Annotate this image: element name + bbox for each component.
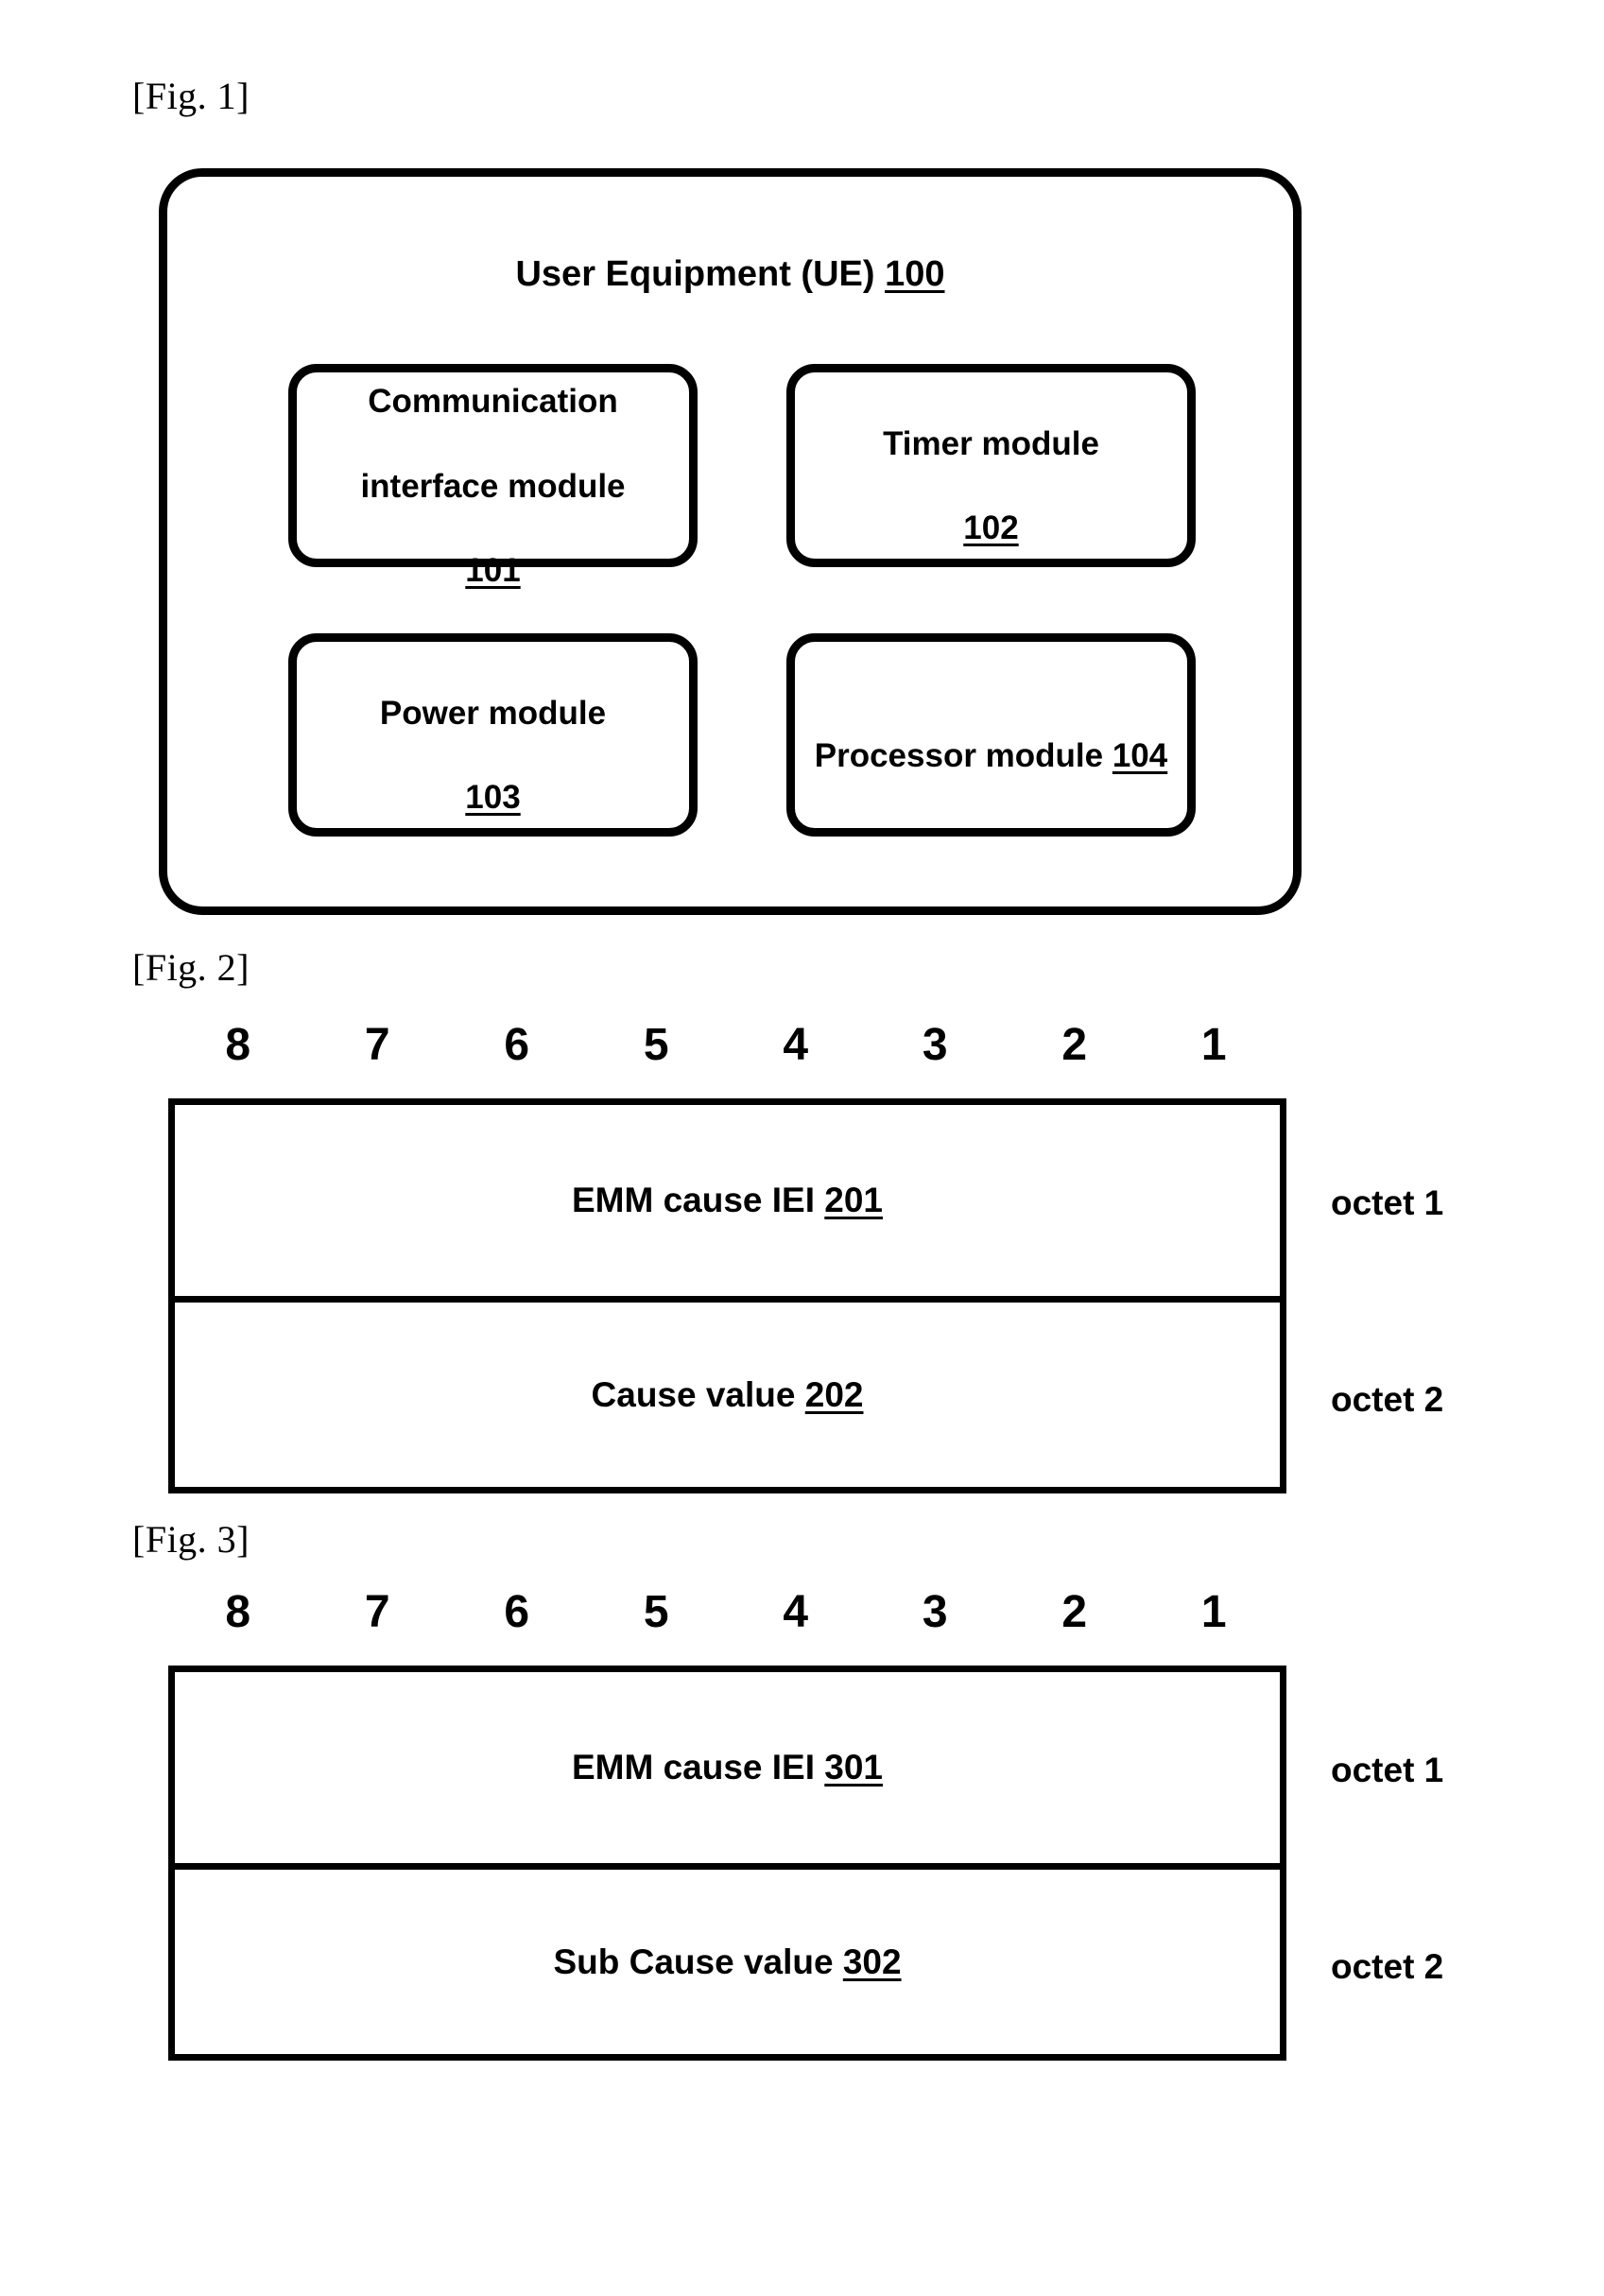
- figure-3-bit-1: 1: [1200, 1587, 1227, 1637]
- figure-3-octet-2-side-label: octet 2: [1331, 1947, 1444, 1986]
- figure-2-octet-row-1-label: EMM cause IEI 201: [572, 1181, 883, 1220]
- figure-3-bit-5: 5: [643, 1587, 669, 1637]
- figure-2-bit-number-row: 8 7 6 5 4 3 2 1: [168, 1019, 1284, 1071]
- figure-3-octet-row-2-reference-number: 302: [842, 1942, 902, 1981]
- power-module-label: Power module 103: [380, 650, 606, 820]
- timer-module-reference-number: 102: [963, 509, 1019, 547]
- figure-3-caption: [Fig. 3]: [132, 1518, 250, 1561]
- figure-2-bit-5: 5: [643, 1020, 669, 1070]
- figure-2-octet-table: EMM cause IEI 201 Cause value 202: [168, 1098, 1286, 1493]
- figure-3-octet-table: EMM cause IEI 301 Sub Cause value 302: [168, 1666, 1286, 2061]
- power-module-box: Power module 103: [288, 633, 698, 837]
- processor-module-reference-number: 104: [1112, 736, 1168, 774]
- figure-3-octet-row-2-text: Sub Cause value: [553, 1942, 843, 1981]
- figure-2-octet-1-side-label: octet 1: [1331, 1183, 1444, 1222]
- timer-module-box: Timer module 102: [786, 364, 1196, 567]
- figure-3-bit-7: 7: [364, 1587, 390, 1637]
- figure-3-octet-1-side-label: octet 1: [1331, 1751, 1444, 1789]
- figure-2-caption: [Fig. 2]: [132, 946, 250, 989]
- communication-interface-module-reference-number: 101: [465, 552, 521, 590]
- figure-2-bit-6: 6: [504, 1020, 530, 1070]
- figure-3-octet-row-2-label: Sub Cause value 302: [553, 1942, 901, 1982]
- module-grid: Communication interface module 101 Timer…: [288, 364, 1196, 837]
- figure-3-octet-row-1: EMM cause IEI 301: [175, 1672, 1280, 1863]
- figure-2-octet-row-1: EMM cause IEI 201: [175, 1105, 1280, 1296]
- figure-2-octet-2-side-label: octet 2: [1331, 1380, 1444, 1419]
- figure-3-bit-number-row: 8 7 6 5 4 3 2 1: [168, 1586, 1284, 1638]
- figure-3-octet-row-1-label: EMM cause IEI 301: [572, 1748, 883, 1787]
- figure-2-bit-7: 7: [364, 1020, 390, 1070]
- power-module-reference-number: 103: [465, 779, 521, 817]
- processor-module-box: Processor module 104: [786, 633, 1196, 837]
- figure-3-octet-row-1-text: EMM cause IEI: [571, 1748, 825, 1787]
- communication-interface-module-box: Communication interface module 101: [288, 364, 698, 589]
- user-equipment-box: User Equipment (UE) 100 Communication in…: [159, 168, 1302, 915]
- figure-2-bit-1: 1: [1200, 1020, 1227, 1070]
- communication-interface-module-label: Communication interface module 101: [360, 338, 625, 593]
- figure-3-bit-4: 4: [783, 1587, 809, 1637]
- figure-3-bit-6: 6: [504, 1587, 530, 1637]
- user-equipment-reference-number: 100: [885, 254, 945, 294]
- figure-2-octet-row-2-label: Cause value 202: [592, 1375, 864, 1415]
- processor-module-label: Processor module 104: [815, 693, 1168, 778]
- figure-3-octet-row-1-reference-number: 301: [824, 1748, 884, 1787]
- power-module-name: Power module: [379, 694, 607, 732]
- figure-1-caption: [Fig. 1]: [132, 75, 250, 117]
- figure-2-octet-row-2-text: Cause value: [591, 1374, 805, 1414]
- communication-interface-module-name-line1: Communication: [368, 382, 618, 420]
- figure-2-octet-row-1-reference-number: 201: [824, 1181, 884, 1219]
- timer-module-name: Timer module: [883, 424, 1099, 462]
- figure-2-bit-8: 8: [225, 1020, 251, 1070]
- figure-2-bit-3: 3: [922, 1020, 948, 1070]
- timer-module-label: Timer module 102: [883, 381, 1099, 550]
- figure-2-bit-4: 4: [783, 1020, 809, 1070]
- communication-interface-module-name-line2: interface module: [360, 467, 626, 505]
- processor-module-name: Processor module: [814, 736, 1112, 774]
- figure-2-octet-row-1-text: EMM cause IEI: [571, 1181, 825, 1219]
- user-equipment-title: User Equipment (UE) 100: [167, 254, 1293, 295]
- figure-3-bit-3: 3: [922, 1587, 948, 1637]
- figure-3-bit-2: 2: [1061, 1587, 1088, 1637]
- figure-2-octet-row-2: Cause value 202: [175, 1296, 1280, 1487]
- figure-3-bit-8: 8: [225, 1587, 251, 1637]
- figure-2-bit-2: 2: [1061, 1020, 1088, 1070]
- figure-2-octet-row-2-reference-number: 202: [804, 1374, 864, 1414]
- user-equipment-title-text: User Equipment (UE): [515, 254, 886, 294]
- figure-3-octet-row-2: Sub Cause value 302: [175, 1863, 1280, 2054]
